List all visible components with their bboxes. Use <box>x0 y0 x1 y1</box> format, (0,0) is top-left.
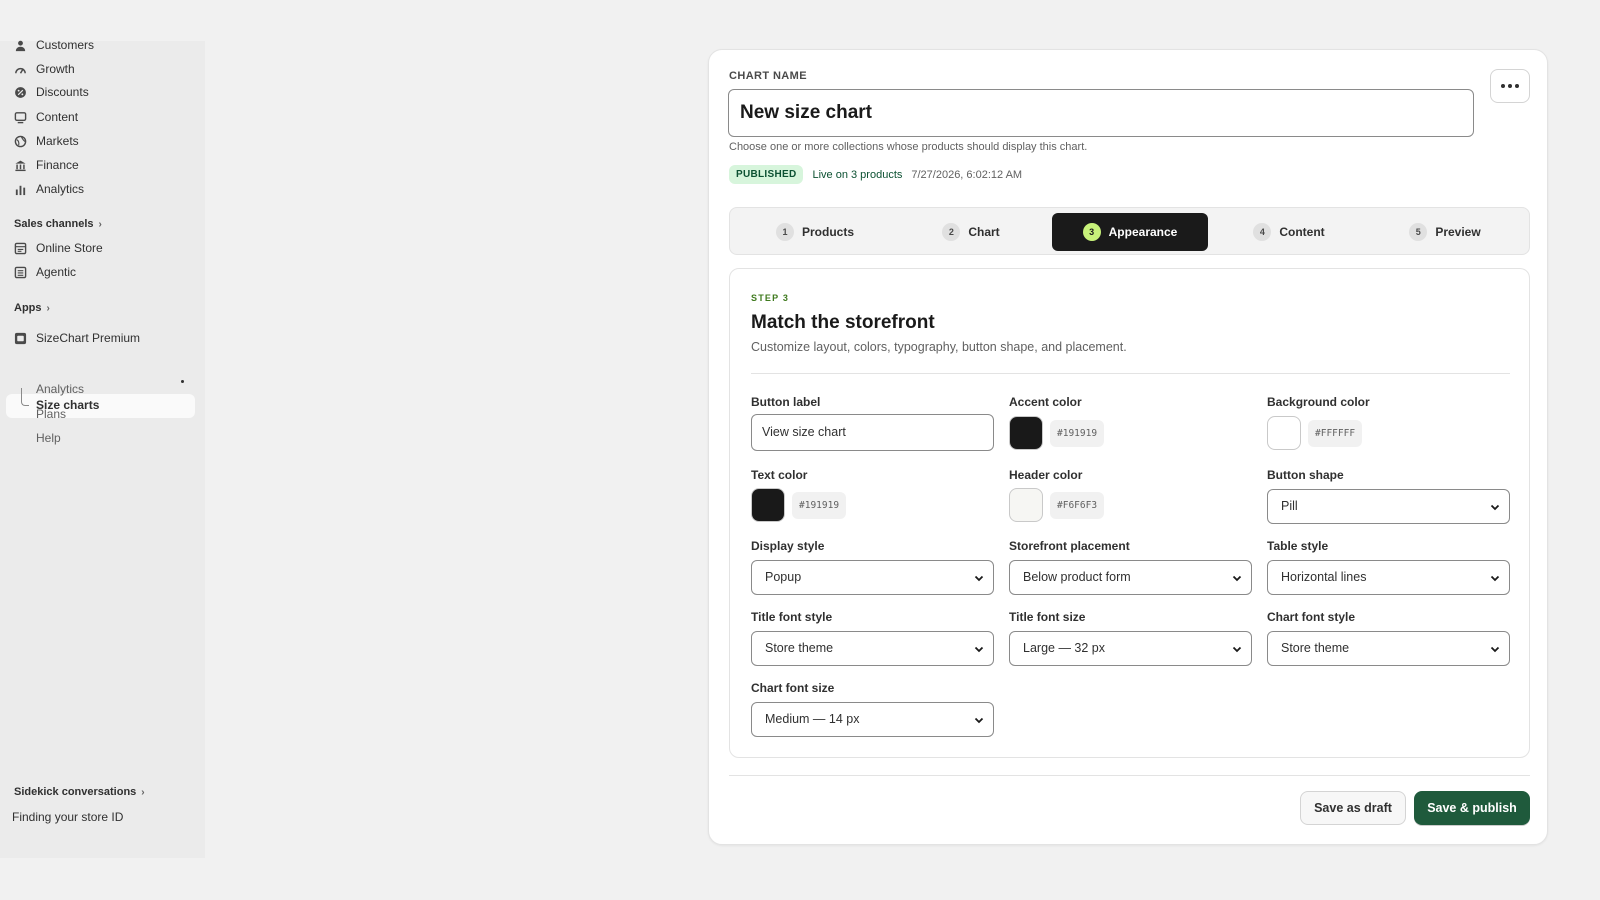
storefront-placement-select[interactable]: Below product form <box>1009 560 1252 595</box>
sidebar: Customers Growth Discounts Content Marke… <box>0 38 205 858</box>
footer-divider <box>729 775 1530 776</box>
sidebar-item-customers[interactable]: Customers <box>14 35 94 55</box>
text-color-swatch[interactable] <box>751 488 785 522</box>
discount-icon <box>14 86 27 99</box>
panel-title: Match the storefront <box>751 312 935 333</box>
table-style-label: Table style <box>1267 539 1329 553</box>
chevron-down-icon <box>974 646 984 653</box>
tree-connector <box>21 388 29 406</box>
app-menu-dot[interactable] <box>181 380 184 383</box>
chevron-right-icon: › <box>98 218 102 230</box>
app-icon <box>14 332 27 345</box>
text-color-hex: #191919 <box>792 492 847 519</box>
growth-icon <box>14 63 27 76</box>
chevron-down-icon <box>974 575 984 582</box>
background-color-label: Background color <box>1267 395 1370 409</box>
sidebar-item-discounts[interactable]: Discounts <box>14 82 89 102</box>
background-color-swatch[interactable] <box>1267 416 1301 450</box>
tab-chart[interactable]: 2 Chart <box>896 213 1046 251</box>
chart-font-style-label: Chart font style <box>1267 610 1356 624</box>
display-style-label: Display style <box>751 539 825 553</box>
accent-color-label: Accent color <box>1009 395 1082 409</box>
tab-content[interactable]: 4 Content <box>1214 213 1364 251</box>
agentic-icon <box>14 266 27 279</box>
text-color-label: Text color <box>751 468 808 482</box>
save-and-publish-button[interactable]: Save & publish <box>1414 791 1530 825</box>
display-style-select[interactable]: Popup <box>751 560 994 595</box>
accent-color-swatch[interactable] <box>1009 416 1043 450</box>
sidebar-item-finance[interactable]: Finance <box>14 155 79 175</box>
button-shape-label: Button shape <box>1267 468 1344 482</box>
chevron-down-icon <box>1232 646 1242 653</box>
chevron-down-icon <box>1232 575 1242 582</box>
chevron-down-icon <box>1490 575 1500 582</box>
sidekick-header[interactable]: Sidekick conversations › <box>14 786 145 798</box>
tab-products[interactable]: 1 Products <box>740 213 890 251</box>
header-color-label: Header color <box>1009 468 1083 482</box>
chart-font-style-select[interactable]: Store theme <box>1267 631 1510 666</box>
bank-icon <box>14 159 27 172</box>
appearance-panel: STEP 3 Match the storefront Customize la… <box>729 268 1530 758</box>
tab-appearance[interactable]: 3 Appearance <box>1052 213 1208 251</box>
sidebar-item-sizechart-premium[interactable]: SizeChart Premium <box>14 328 140 348</box>
sidebar-subitem-plans[interactable]: Plans <box>36 407 66 421</box>
panel-divider <box>751 373 1510 374</box>
sales-channels-header[interactable]: Sales channels › <box>14 218 102 230</box>
sidebar-item-online-store[interactable]: Online Store <box>14 238 103 258</box>
status-text: Live on 3 products <box>812 168 903 181</box>
status-timestamp: 7/27/2026, 6:02:12 AM <box>911 168 1023 181</box>
save-as-draft-button[interactable]: Save as draft <box>1300 791 1406 825</box>
button-shape-select[interactable]: Pill <box>1267 489 1510 524</box>
button-label-label: Button label <box>751 395 821 409</box>
chevron-right-icon: › <box>141 786 145 798</box>
globe-icon <box>14 135 27 148</box>
sidebar-subitem-help[interactable]: Help <box>36 431 61 445</box>
status-badge: PUBLISHED <box>729 165 804 184</box>
accent-color-hex: #191919 <box>1050 420 1105 447</box>
step-tabs: 1 Products 2 Chart 3 Appearance 4 Conten… <box>729 207 1530 255</box>
chevron-down-icon <box>1490 646 1500 653</box>
more-actions-button[interactable] <box>1490 69 1530 103</box>
background-color-hex: #FFFFFF <box>1308 420 1363 447</box>
bar-chart-icon <box>14 183 27 196</box>
sidebar-subitem-analytics[interactable]: Analytics <box>36 382 84 396</box>
chart-name-help: Choose one or more collections whose pro… <box>729 141 1088 153</box>
person-icon <box>14 39 27 52</box>
header-color-swatch[interactable] <box>1009 488 1043 522</box>
more-dots-icon <box>1501 84 1505 88</box>
sidebar-subitem-size-charts[interactable]: Size charts <box>6 394 195 418</box>
sidebar-item-growth[interactable]: Growth <box>14 59 75 79</box>
header-color-hex: #F6F6F3 <box>1050 492 1105 519</box>
panel-subtitle: Customize layout, colors, typography, bu… <box>751 340 1127 354</box>
tab-preview[interactable]: 5 Preview <box>1370 213 1520 251</box>
chart-name-input[interactable]: New size chart <box>728 89 1474 137</box>
chart-font-size-select[interactable]: Medium — 14 px <box>751 702 994 737</box>
sidebar-item-agentic[interactable]: Agentic <box>14 262 76 282</box>
apps-header[interactable]: Apps › <box>14 302 50 314</box>
sidebar-item-content[interactable]: Content <box>14 107 78 127</box>
title-font-style-select[interactable]: Store theme <box>751 631 994 666</box>
title-font-size-label: Title font size <box>1009 610 1086 624</box>
sidekick-conversation-item[interactable]: Finding your store ID <box>12 810 123 824</box>
step-kicker: STEP 3 <box>751 293 790 303</box>
storefront-placement-label: Storefront placement <box>1009 539 1130 553</box>
size-chart-editor-card: CHART NAME New size chart Choose one or … <box>708 49 1548 845</box>
chevron-right-icon: › <box>46 302 50 314</box>
status-row: PUBLISHED Live on 3 products 7/27/2026, … <box>729 165 1022 184</box>
chart-name-label: CHART NAME <box>729 70 807 82</box>
content-icon <box>14 111 27 124</box>
chart-font-size-label: Chart font size <box>751 681 835 695</box>
sidebar-item-analytics[interactable]: Analytics <box>14 179 84 199</box>
store-icon <box>14 242 27 255</box>
title-font-size-select[interactable]: Large — 32 px <box>1009 631 1252 666</box>
button-label-input[interactable]: View size chart <box>751 414 994 451</box>
chevron-down-icon <box>1490 504 1500 511</box>
chevron-down-icon <box>974 717 984 724</box>
title-font-style-label: Title font style <box>751 610 833 624</box>
table-style-select[interactable]: Horizontal lines <box>1267 560 1510 595</box>
sidebar-item-markets[interactable]: Markets <box>14 131 79 151</box>
